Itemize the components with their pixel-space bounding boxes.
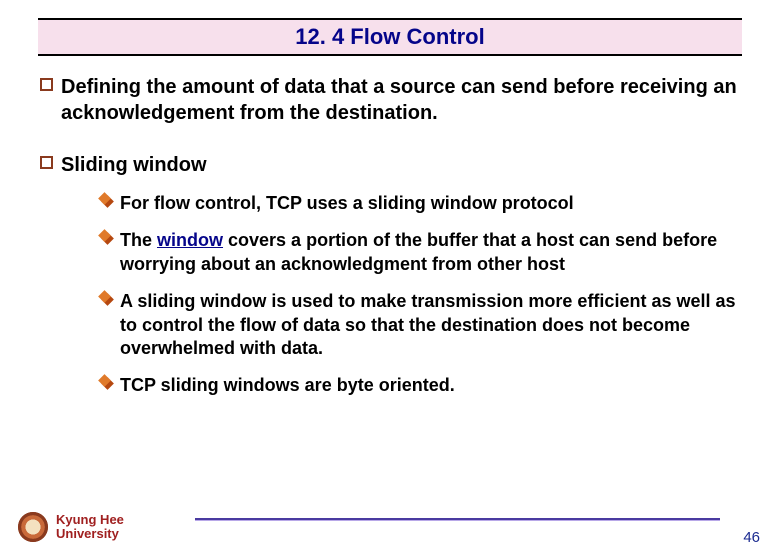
diamond-bullet-icon — [100, 376, 114, 390]
square-bullet-icon — [40, 156, 53, 169]
university-logo-icon — [18, 512, 48, 542]
diamond-bullet-icon — [100, 194, 114, 208]
sub-bullet-protocol: For flow control, TCP uses a sliding win… — [100, 192, 740, 215]
sub-bullet-text: The window covers a portion of the buffe… — [120, 229, 740, 276]
bullet-text: Defining the amount of data that a sourc… — [61, 74, 740, 126]
university-name: Kyung Hee University — [56, 513, 124, 542]
page-number: 46 — [743, 529, 760, 546]
section-title-bar: 12. 4 Flow Control — [38, 18, 742, 56]
sub-bullet-text: TCP sliding windows are byte oriented. — [120, 374, 455, 397]
sub-bullet-window-covers: The window covers a portion of the buffe… — [100, 229, 740, 276]
sub-bullet-list: For flow control, TCP uses a sliding win… — [100, 192, 740, 398]
sub-bullet-efficient: A sliding window is used to make transmi… — [100, 290, 740, 360]
sub-bullet-byte-oriented: TCP sliding windows are byte oriented. — [100, 374, 740, 397]
emphasis-window: window — [157, 230, 223, 250]
square-bullet-icon — [40, 78, 53, 91]
diamond-bullet-icon — [100, 292, 114, 306]
university-line2: University — [56, 527, 124, 541]
university-line1: Kyung Hee — [56, 513, 124, 527]
bullet-sliding-window: Sliding window — [40, 152, 740, 178]
slide-content: Defining the amount of data that a sourc… — [40, 74, 740, 398]
section-title: 12. 4 Flow Control — [295, 24, 484, 49]
slide-footer: Kyung Hee University 46 — [0, 506, 780, 548]
sub-bullet-text: For flow control, TCP uses a sliding win… — [120, 192, 574, 215]
sub-bullet-text: A sliding window is used to make transmi… — [120, 290, 740, 360]
footer-divider — [195, 518, 720, 521]
bullet-defining: Defining the amount of data that a sourc… — [40, 74, 740, 126]
bullet-text: Sliding window — [61, 152, 207, 178]
diamond-bullet-icon — [100, 231, 114, 245]
